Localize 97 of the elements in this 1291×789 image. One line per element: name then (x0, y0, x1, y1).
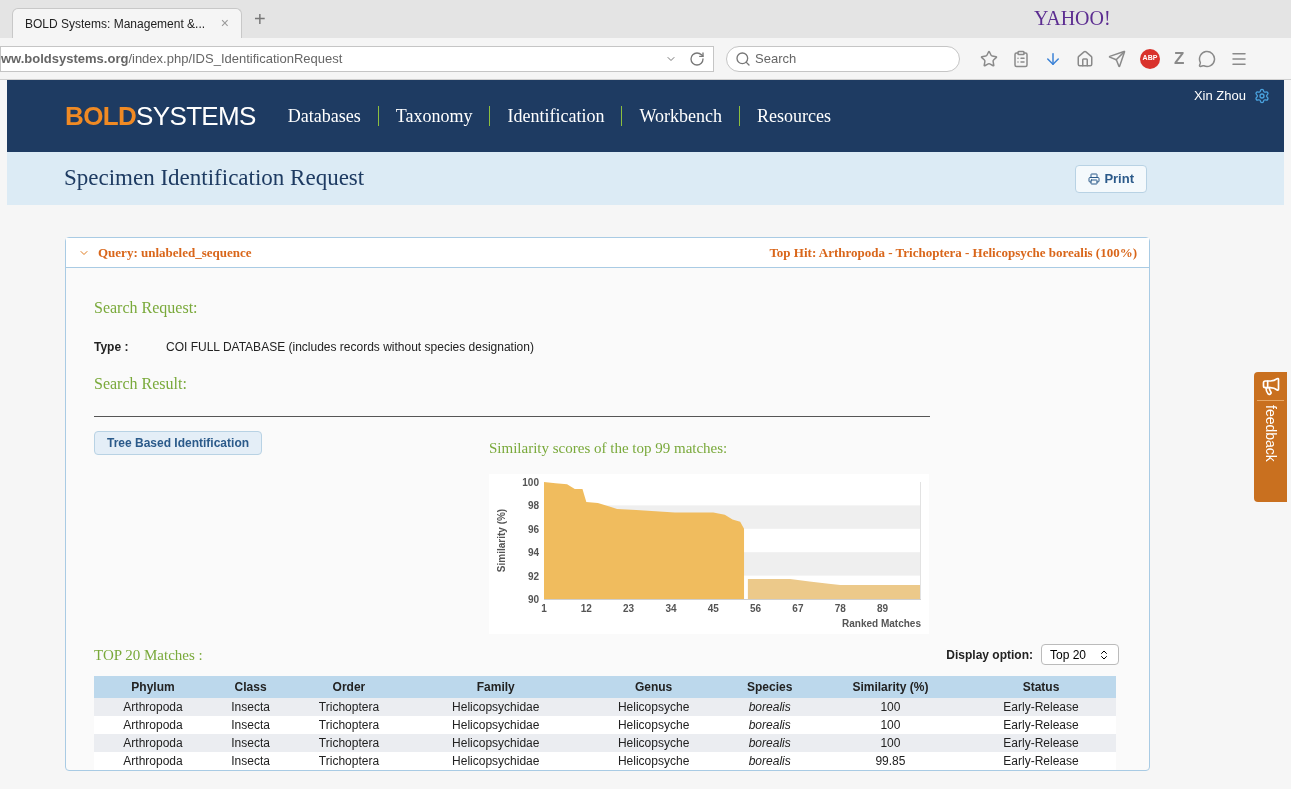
table-cell: Early-Release (966, 716, 1116, 734)
search-field[interactable]: Search (726, 45, 960, 72)
table-cell: Early-Release (966, 734, 1116, 752)
display-option-select[interactable]: Top 20 (1040, 644, 1119, 666)
tab-title: BOLD Systems: Management &... (25, 15, 206, 33)
select-arrows-icon (1098, 648, 1110, 661)
settings-icon[interactable] (1254, 87, 1270, 104)
y-axis-label: Similarity (%) (496, 508, 507, 572)
table-cell: borealis (724, 734, 815, 752)
nav-link[interactable]: Workbench (639, 102, 722, 130)
feedback-tab[interactable]: feedback (1254, 372, 1287, 502)
y-tick: 92 (527, 570, 539, 582)
table-cell: Trichoptera (289, 752, 409, 770)
table-cell: Helicopsychidae (408, 716, 583, 734)
table-cell: 100 (814, 734, 967, 752)
x-tick: 45 (707, 602, 719, 614)
home-icon[interactable] (1076, 49, 1094, 68)
y-tick: 96 (527, 523, 539, 535)
nav-link[interactable]: Taxonomy (395, 102, 473, 130)
matches-heading: TOP 20 Matches : (94, 645, 203, 665)
url-field[interactable]: ww.boldsystems.org/index.php/IDS_IdentificationRequest (0, 45, 714, 72)
yahoo-logo: YAHOO! (1034, 6, 1111, 31)
chat-icon[interactable] (1198, 49, 1217, 68)
clipboard-icon[interactable] (1012, 49, 1030, 68)
x-tick: 89 (876, 602, 889, 614)
table-cell: Trichoptera (289, 716, 409, 734)
column-header[interactable]: Family (408, 676, 583, 698)
table-cell: Trichoptera (289, 734, 409, 752)
type-value: COI FULL DATABASE (includes records without species designation) (166, 339, 534, 356)
column-header[interactable]: Class (212, 676, 290, 698)
table-cell: borealis (724, 716, 815, 734)
send-icon[interactable] (1108, 49, 1126, 68)
nav-link[interactable]: Resources (756, 102, 831, 130)
x-tick: 34 (665, 602, 677, 614)
table-cell: Trichoptera (289, 698, 409, 716)
section-heading: Search Result: (94, 374, 188, 394)
query-title[interactable]: Query: unlabeled_sequence (98, 242, 252, 263)
display-option-label: Display option: (946, 646, 1033, 664)
table-cell: Helicopsyche (582, 752, 725, 770)
nav-link[interactable]: Databases (287, 102, 361, 130)
column-header[interactable]: Phylum (94, 676, 213, 698)
nav-link[interactable]: Identification (507, 102, 605, 130)
type-label: Type : (94, 339, 130, 356)
x-tick: 56 (750, 602, 762, 614)
table-cell: borealis (724, 698, 815, 716)
x-tick: 23 (623, 602, 635, 614)
table-cell: Insecta (212, 698, 290, 716)
table-cell: Arthropoda (94, 716, 213, 734)
y-tick: 98 (527, 499, 539, 511)
section-heading: Search Request: (94, 298, 199, 319)
search-input[interactable]: Search (755, 48, 935, 69)
table-cell: Early-Release (966, 752, 1116, 770)
table-cell: Helicopsyche (582, 716, 725, 734)
column-header[interactable]: Genus (582, 676, 725, 698)
table-cell: Insecta (212, 716, 290, 734)
search-icon (735, 50, 751, 67)
y-tick: 94 (527, 546, 539, 558)
x-tick: 67 (792, 602, 804, 614)
table-cell: borealis (724, 752, 815, 770)
printer-icon (1088, 172, 1101, 185)
megaphone-icon (1260, 376, 1281, 396)
x-tick: 12 (580, 602, 592, 614)
column-header[interactable]: Species (724, 676, 815, 698)
column-header[interactable]: Order (289, 676, 409, 698)
table-cell: Early-Release (966, 698, 1116, 716)
table-cell: 100 (814, 698, 967, 716)
y-tick: 100 (522, 476, 539, 488)
print-button[interactable]: Print (1075, 164, 1147, 193)
new-tab-button[interactable]: + (254, 4, 266, 34)
table-cell: Arthropoda (94, 734, 213, 752)
browser-tab[interactable]: BOLD Systems: Management &... × (12, 8, 242, 38)
y-tick: 90 (527, 593, 539, 605)
x-axis-label: Ranked Matches (842, 617, 921, 629)
table-cell: 99.85 (814, 752, 967, 770)
top-hit: Top Hit: Arthropoda - Trichoptera - Helicopsyche borealis (100%) (769, 243, 1137, 262)
logo[interactable]: BOLDSYSTEMS (65, 96, 256, 136)
x-tick: 1 (541, 602, 547, 614)
table-cell: 100 (814, 716, 967, 734)
x-tick: 78 (834, 602, 846, 614)
table-cell: Helicopsychidae (408, 752, 583, 770)
column-header[interactable]: Status (966, 676, 1116, 698)
table-cell: Insecta (212, 734, 290, 752)
star-icon[interactable] (980, 49, 998, 68)
table-cell: Helicopsychidae (408, 734, 583, 752)
user-name[interactable]: Xin Zhou (1193, 86, 1246, 106)
tree-identification-button[interactable]: Tree Based Identification (94, 431, 263, 455)
table-cell: Helicopsyche (582, 734, 725, 752)
table-cell: Helicopsyche (582, 698, 725, 716)
table-cell: Helicopsychidae (408, 698, 583, 716)
column-header[interactable]: Similarity (%) (814, 676, 967, 698)
table-cell: Arthropoda (94, 698, 213, 716)
reload-icon[interactable] (689, 50, 705, 67)
chart-title: Similarity scores of the top 99 matches: (489, 439, 729, 458)
page-title: Specimen Identification Request (64, 164, 365, 193)
table-cell: Arthropoda (94, 752, 213, 770)
table-cell: Insecta (212, 752, 290, 770)
url-text: ww.boldsystems.org/index.php/IDS_IdentificationRequest (1, 49, 343, 68)
